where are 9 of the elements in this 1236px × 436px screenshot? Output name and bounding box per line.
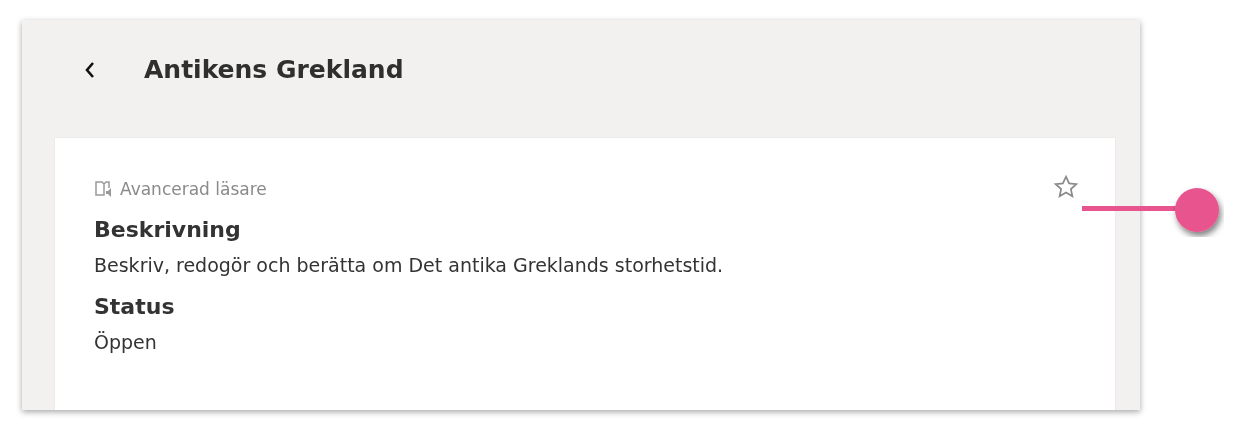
section-heading: Beskrivning (94, 217, 242, 242)
reader-icon (94, 179, 114, 198)
section-text: Öppen (94, 331, 158, 353)
section-text: Beskriv, redogör och berätta om Det antika Greklands storhetstid. (94, 254, 725, 276)
star-icon (1053, 174, 1079, 200)
page-title: Antikens Grekland (144, 54, 404, 86)
reader-label: Avancerad läsare (120, 178, 267, 199)
back-icon (84, 61, 96, 79)
section-heading: Status (94, 294, 176, 319)
